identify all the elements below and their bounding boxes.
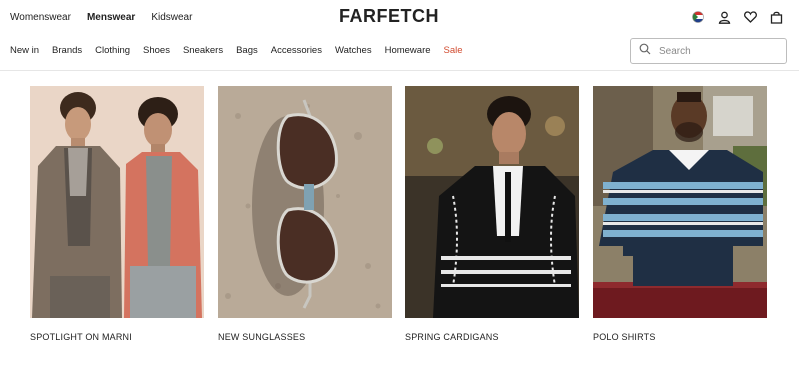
promo-card-polo-shirts[interactable]: POLO SHIRTS xyxy=(593,86,767,342)
promo-image-cardigans[interactable] xyxy=(405,86,579,318)
nav-item-bags[interactable]: Bags xyxy=(236,45,258,56)
header-icons xyxy=(691,10,783,24)
gender-tab-womenswear[interactable]: Womenswear xyxy=(10,12,71,23)
nav-item-brands[interactable]: Brands xyxy=(52,45,82,56)
country-flag-icon[interactable] xyxy=(691,10,705,24)
promo-caption[interactable]: SPOTLIGHT ON MARNI xyxy=(30,332,204,342)
nav-item-watches[interactable]: Watches xyxy=(335,45,372,56)
nav-item-new-in[interactable]: New in xyxy=(10,45,39,56)
nav-item-accessories[interactable]: Accessories xyxy=(271,45,322,56)
nav-item-sneakers[interactable]: Sneakers xyxy=(183,45,223,56)
top-bar: Womenswear Menswear Kidswear FARFETCH xyxy=(0,0,799,36)
brand-logo[interactable]: FARFETCH xyxy=(339,6,439,27)
promo-image-sunglasses[interactable] xyxy=(218,86,392,318)
promo-caption[interactable]: SPRING CARDIGANS xyxy=(405,332,579,342)
promo-image-marni[interactable] xyxy=(30,86,204,318)
promo-card-spotlight-marni[interactable]: SPOTLIGHT ON MARNI xyxy=(30,86,204,342)
header-divider xyxy=(0,70,799,71)
search-icon xyxy=(639,42,651,60)
search-input[interactable] xyxy=(659,45,769,57)
promo-caption[interactable]: NEW SUNGLASSES xyxy=(218,332,392,342)
nav-item-sale[interactable]: Sale xyxy=(444,45,463,56)
gender-tab-kidswear[interactable]: Kidswear xyxy=(151,12,192,23)
category-nav: New in Brands Clothing Shoes Sneakers Ba… xyxy=(10,45,476,56)
nav-item-clothing[interactable]: Clothing xyxy=(95,45,130,56)
promo-card-new-sunglasses[interactable]: NEW SUNGLASSES xyxy=(218,86,392,342)
promo-card-spring-cardigans[interactable]: SPRING CARDIGANS xyxy=(405,86,579,342)
nav-item-homeware[interactable]: Homeware xyxy=(385,45,431,56)
gender-nav: Womenswear Menswear Kidswear xyxy=(10,12,192,23)
promo-image-polo[interactable] xyxy=(593,86,767,318)
gender-tab-menswear[interactable]: Menswear xyxy=(87,12,135,23)
shopping-bag-icon[interactable] xyxy=(769,10,783,24)
nav-item-shoes[interactable]: Shoes xyxy=(143,45,170,56)
promo-caption[interactable]: POLO SHIRTS xyxy=(593,332,767,342)
search-box[interactable] xyxy=(630,38,787,64)
wishlist-heart-icon[interactable] xyxy=(743,10,757,24)
account-icon[interactable] xyxy=(717,10,731,24)
